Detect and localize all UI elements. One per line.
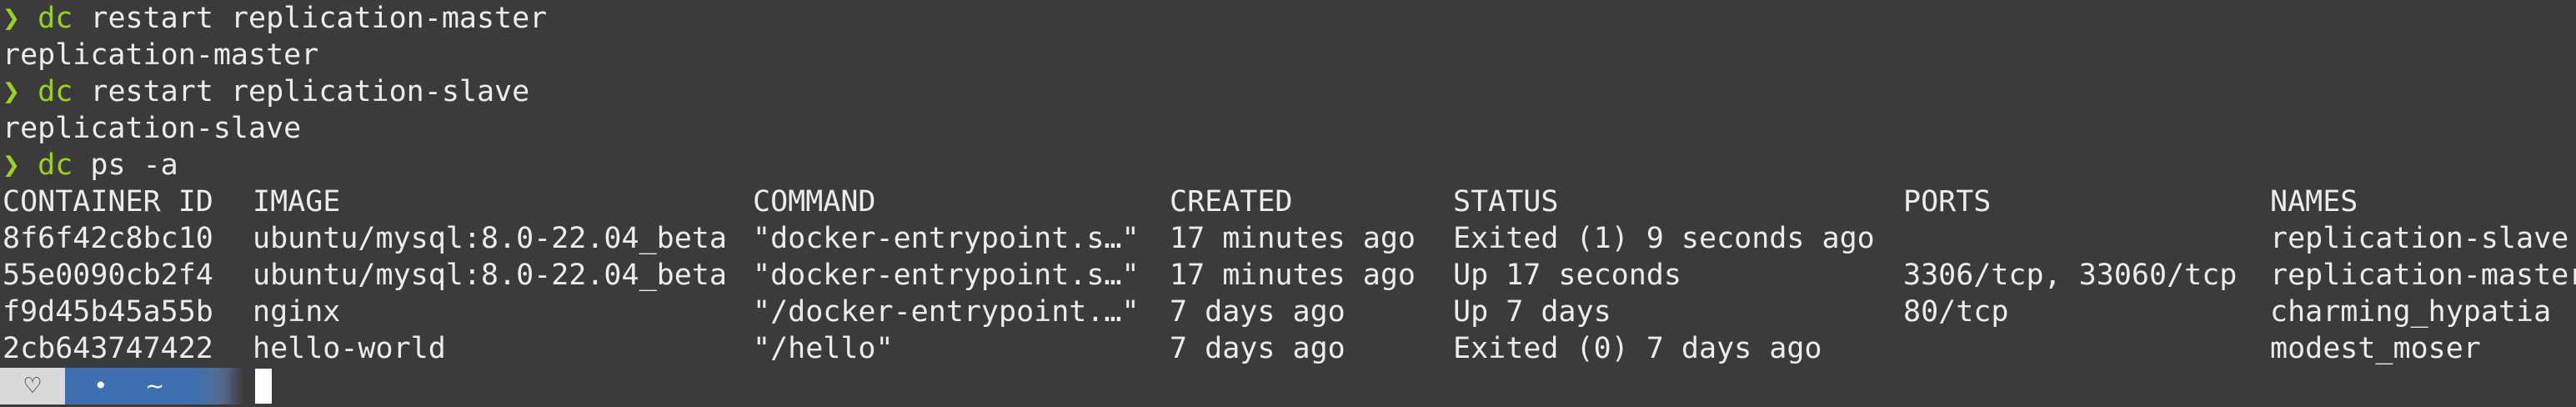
table-row: 55e0090cb2f4 ubuntu/mysql:8.0-22.04_beta… <box>3 257 2576 294</box>
column-header: STATUS <box>1453 185 1559 219</box>
command-args: ps -a <box>73 148 178 182</box>
table-row: 2cb643747422 hello-world "/hello" 7 days… <box>3 330 2576 367</box>
command: "docker-entrypoint.s…" <box>753 222 1140 255</box>
container-id: 2cb643747422 <box>3 332 213 365</box>
command-binary: dc <box>38 2 73 35</box>
status: Up 7 days <box>1453 295 1611 329</box>
prompt-arrow-icon: ❯ <box>3 75 21 108</box>
command: "/hello" <box>753 332 894 365</box>
command-line: ❯ dc restart replication-slave <box>3 73 2576 110</box>
created: 7 days ago <box>1170 295 1346 329</box>
command-binary: dc <box>38 75 73 108</box>
table-row: 8f6f42c8bc10 ubuntu/mysql:8.0-22.04_beta… <box>3 220 2576 257</box>
prompt-arrow-icon: ❯ <box>3 148 21 182</box>
command: "/docker-entrypoint.…" <box>753 295 1140 329</box>
table-header: CONTAINER ID IMAGE COMMAND CREATED STATU… <box>3 183 2576 220</box>
command-args: restart replication-slave <box>73 75 530 108</box>
status: Exited (0) 7 days ago <box>1453 332 1822 365</box>
image: nginx <box>253 295 341 329</box>
current-directory: ~ <box>145 372 165 399</box>
names: replication-slave <box>2270 222 2569 255</box>
command: "docker-entrypoint.s…" <box>753 259 1140 292</box>
dot-icon: • <box>93 372 108 399</box>
text-cursor[interactable] <box>255 369 272 404</box>
names: charming_hypatia <box>2270 295 2552 329</box>
column-header: CREATED <box>1170 185 1293 219</box>
command-args: restart replication-master <box>73 2 548 35</box>
image: ubuntu/mysql:8.0-22.04_beta <box>253 222 727 255</box>
terminal-window[interactable]: ❯ dc restart replication-master replicat… <box>0 0 2576 407</box>
command-line: ❯ dc ps -a <box>3 147 2576 183</box>
created: 7 days ago <box>1170 332 1346 365</box>
table-row: f9d45b45a55b nginx "/docker-entrypoint.…… <box>3 294 2576 330</box>
segment-separator <box>193 368 243 404</box>
heart-icon: ♡ <box>0 368 65 404</box>
container-id: 55e0090cb2f4 <box>3 259 213 292</box>
directory-segment: • ~ <box>65 368 193 404</box>
prompt-statusbar: ♡ • ~ <box>0 368 272 404</box>
column-header: PORTS <box>1903 185 1992 219</box>
created: 17 minutes ago <box>1170 259 1416 292</box>
column-header: NAMES <box>2270 185 2358 219</box>
created: 17 minutes ago <box>1170 222 1416 255</box>
names: modest_moser <box>2270 332 2481 365</box>
prompt-arrow-icon: ❯ <box>3 2 21 35</box>
image: hello-world <box>253 332 446 365</box>
command-output: replication-slave <box>3 112 302 145</box>
command-binary: dc <box>38 148 73 182</box>
ports: 3306/tcp, 33060/tcp <box>1903 259 2238 292</box>
column-header: CONTAINER ID <box>3 185 213 219</box>
command-line: ❯ dc restart replication-master <box>3 0 2576 37</box>
container-id: 8f6f42c8bc10 <box>3 222 213 255</box>
status: Exited (1) 9 seconds ago <box>1453 222 1875 255</box>
image: ubuntu/mysql:8.0-22.04_beta <box>253 259 727 292</box>
column-header: COMMAND <box>753 185 876 219</box>
status: Up 17 seconds <box>1453 259 1681 292</box>
column-header: IMAGE <box>253 185 341 219</box>
container-id: f9d45b45a55b <box>3 295 213 329</box>
ports: 80/tcp <box>1903 295 2009 329</box>
command-output: replication-master <box>3 38 319 72</box>
names: replication-master <box>2270 259 2576 292</box>
